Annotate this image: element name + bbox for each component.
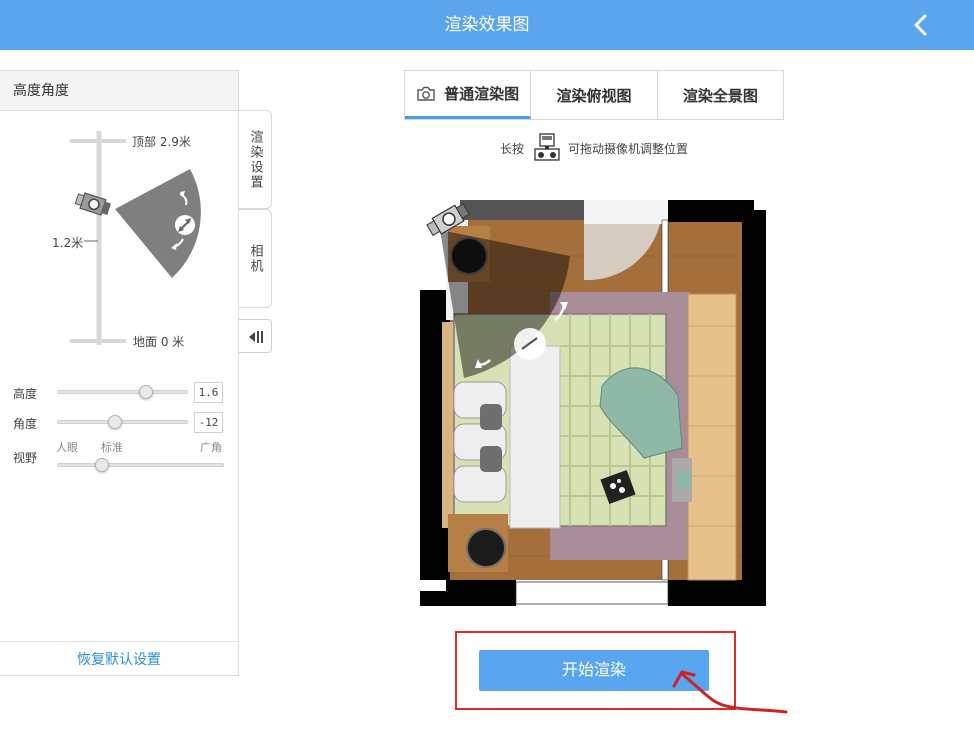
- camera-icon: [74, 192, 112, 216]
- page-title: 渲染效果图: [444, 15, 530, 35]
- diagram-ground-label: 地面 0 米: [133, 335, 185, 349]
- tab-top-view-render[interactable]: 渲染俯视图: [531, 71, 658, 119]
- render-type-tabs: 普通渲染图 渲染俯视图 渲染全景图: [404, 70, 784, 120]
- height-slider-track[interactable]: [57, 390, 188, 394]
- collapse-left-icon: [249, 331, 263, 343]
- tab-panorama-render[interactable]: 渲染全景图: [658, 71, 783, 119]
- tab-render-settings[interactable]: 渲染设置: [239, 110, 272, 209]
- height-slider-handle[interactable]: [139, 385, 153, 399]
- fov-slider-track[interactable]: [57, 463, 224, 467]
- fov-option-eye: 人眼: [56, 441, 78, 454]
- hint-prefix: 长按: [500, 141, 525, 156]
- drag-hint: 长按 可拖动摄像机调整位置: [500, 133, 688, 163]
- angle-slider-track[interactable]: [57, 420, 188, 424]
- tab-normal-render-label: 普通渲染图: [444, 85, 520, 103]
- fov-option-standard: 标准: [101, 441, 123, 454]
- tab-normal-render[interactable]: 普通渲染图: [405, 71, 532, 119]
- panel-title: 高度角度: [0, 71, 238, 111]
- height-value[interactable]: 1.6: [194, 382, 223, 403]
- angle-slider-label: 角度: [13, 417, 38, 431]
- diagram-top-label: 顶部 2.9米: [132, 135, 191, 149]
- camera-icon: [534, 133, 560, 161]
- height-slider-label: 高度: [13, 387, 38, 401]
- back-chevron-icon[interactable]: [908, 12, 934, 38]
- tab-panorama-render-label: 渲染全景图: [682, 86, 758, 105]
- fov-option-wide: 广角: [200, 441, 222, 454]
- collapse-panel-button[interactable]: [239, 319, 272, 353]
- tab-top-view-render-label: 渲染俯视图: [556, 86, 632, 105]
- reset-defaults-link[interactable]: 恢复默认设置: [0, 641, 238, 677]
- angle-slider-handle[interactable]: [108, 415, 122, 429]
- fov-slider-label: 视野: [13, 451, 38, 465]
- pointer-arrow-icon: [672, 670, 788, 714]
- camera-settings-panel: 高度角度 顶部 2.9米 1.2米 地面 0 米 高度 1.6 角度 -12 人…: [0, 70, 239, 676]
- hint-suffix: 可拖动摄像机调整位置: [568, 141, 689, 156]
- fov-slider-handle[interactable]: [95, 458, 109, 472]
- floor-plan-view: [420, 200, 766, 606]
- camera-icon: [417, 86, 435, 101]
- angle-value[interactable]: -12: [194, 412, 223, 433]
- tab-camera[interactable]: 相机: [239, 209, 272, 308]
- header-bar: 渲染效果图: [0, 0, 974, 50]
- diagram-height-label: 1.2米: [52, 236, 84, 250]
